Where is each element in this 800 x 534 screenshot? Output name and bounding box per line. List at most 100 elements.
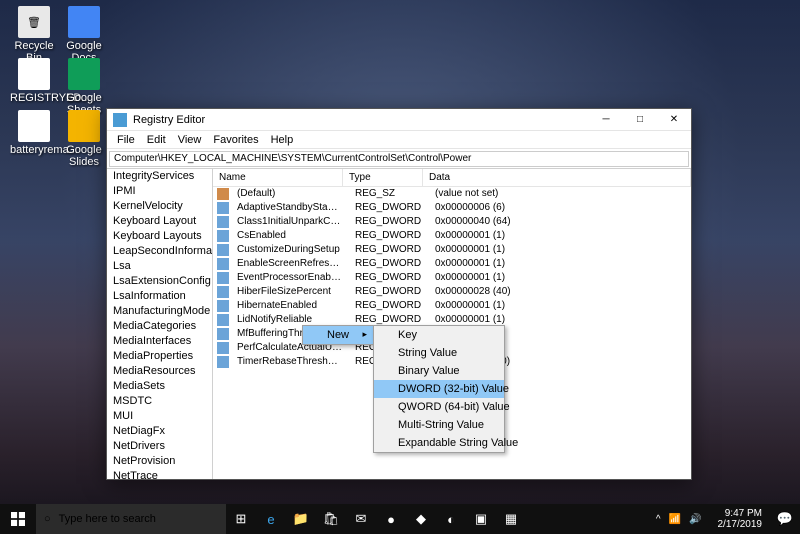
windows-logo-icon [11,512,25,526]
menu-view[interactable]: View [172,132,208,148]
tree-item[interactable]: NetDiagFx [107,424,212,439]
value-icon [217,202,229,214]
context-item[interactable]: Binary Value [374,362,504,380]
action-center-button[interactable]: 💬 [770,504,800,534]
col-data[interactable]: Data [423,169,691,186]
value-icon [217,272,229,284]
context-item[interactable]: QWORD (64-bit) Value [374,398,504,416]
value-icon [217,244,229,256]
list-row[interactable]: CustomizeDuringSetupREG_DWORD0x00000001 … [213,243,691,257]
value-icon [217,258,229,270]
menu-file[interactable]: File [111,132,141,148]
menu-favorites[interactable]: Favorites [207,132,264,148]
value-icon [217,342,229,354]
start-button[interactable] [0,504,36,534]
context-menu: New [302,325,374,345]
value-icon [217,314,229,326]
search-icon: ○ [44,513,51,525]
tree-item[interactable]: NetDrivers [107,439,212,454]
context-item[interactable]: String Value [374,344,504,362]
tree-item[interactable]: MediaInterfaces [107,334,212,349]
tree-item[interactable]: MSDTC [107,394,212,409]
system-tray[interactable]: ^ 📶 🔊 [648,514,710,525]
taskbar-explorer[interactable]: 📁 [286,504,316,534]
taskbar-app3[interactable]: ▣ [466,504,496,534]
desktop-icon-registry[interactable]: REGISTRYED... [10,58,58,104]
list-row[interactable]: HibernateEnabledREG_DWORD0x00000001 (1) [213,299,691,313]
taskbar: ○ Type here to search ⊞ e 📁 🛍 ✉ ● ◆ ◐ ▣ … [0,504,800,534]
value-icon [217,188,229,200]
tree-item[interactable]: MediaProperties [107,349,212,364]
value-icon [217,300,229,312]
list-row[interactable]: AdaptiveStandbyStandbyBudgetAvgInter...R… [213,201,691,215]
window-title: Registry Editor [133,114,589,126]
tree-item[interactable]: Lsa [107,259,212,274]
taskbar-steam[interactable]: ◐ [436,504,466,534]
value-icon [217,216,229,228]
tree-item[interactable]: LsaExtensionConfig [107,274,212,289]
context-item[interactable]: Expandable String Value [374,434,504,452]
sheets-icon [68,58,100,90]
context-submenu-new: KeyString ValueBinary ValueDWORD (32-bit… [373,325,505,453]
docs-icon [68,6,100,38]
tree-item[interactable]: LeapSecondInformation [107,244,212,259]
list-row[interactable]: Class1InitialUnparkCountREG_DWORD0x00000… [213,215,691,229]
tree-item[interactable]: Keyboard Layout [107,214,212,229]
tree-item[interactable]: MediaResources [107,364,212,379]
list-header: Name Type Data [213,169,691,187]
desktop-icon-google-sheets[interactable]: Google Sheets [60,58,108,116]
menu-help[interactable]: Help [265,132,300,148]
context-item-new[interactable]: New [303,326,373,344]
taskbar-search[interactable]: ○ Type here to search [36,504,226,534]
tray-network-icon[interactable]: 📶 [665,514,685,525]
col-type[interactable]: Type [343,169,423,186]
list-row[interactable]: CsEnabledREG_DWORD0x00000001 (1) [213,229,691,243]
file-icon [18,58,50,90]
tree-item[interactable]: LsaInformation [107,289,212,304]
task-view-button[interactable]: ⊞ [226,504,256,534]
taskbar-regedit[interactable]: ▦ [496,504,526,534]
list-row[interactable]: HiberFileSizePercentREG_DWORD0x00000028 … [213,285,691,299]
context-item[interactable]: DWORD (32-bit) Value [374,380,504,398]
tree-item[interactable]: ManufacturingMode [107,304,212,319]
context-item[interactable]: Multi-String Value [374,416,504,434]
list-row[interactable]: EventProcessorEnabledREG_DWORD0x00000001… [213,271,691,285]
recycle-bin-icon: 🗑 [18,6,50,38]
desktop-icon-battery[interactable]: batteryrema... [10,110,58,156]
taskbar-edge[interactable]: e [256,504,286,534]
desktop-icon-google-docs[interactable]: Google Docs [60,6,108,64]
tree-item[interactable]: Keyboard Layouts [107,229,212,244]
slides-icon [68,110,100,142]
tree-item[interactable]: IPMI [107,184,212,199]
close-button[interactable]: ✕ [657,109,691,131]
menubar: File Edit View Favorites Help [107,131,691,149]
address-input[interactable] [109,151,689,167]
value-icon [217,328,229,340]
taskbar-app2[interactable]: ◆ [406,504,436,534]
value-icon [217,356,229,368]
tray-volume-icon[interactable]: 🔊 [685,514,705,525]
context-item[interactable]: Key [374,326,504,344]
menu-edit[interactable]: Edit [141,132,172,148]
tree-item[interactable]: NetProvision [107,454,212,469]
tree-item[interactable]: MUI [107,409,212,424]
minimize-button[interactable]: ─ [589,109,623,131]
list-row[interactable]: (Default)REG_SZ(value not set) [213,187,691,201]
taskbar-mail[interactable]: ✉ [346,504,376,534]
tree-item[interactable]: MediaCategories [107,319,212,334]
tree-item[interactable]: KernelVelocity [107,199,212,214]
maximize-button[interactable]: □ [623,109,657,131]
taskbar-app[interactable]: ● [376,504,406,534]
taskbar-clock[interactable]: 9:47 PM 2/17/2019 [710,508,771,530]
tree-item[interactable]: IntegrityServices [107,169,212,184]
desktop-icon-google-slides[interactable]: Google Slides [60,110,108,168]
tree-item[interactable]: NetTrace [107,469,212,479]
col-name[interactable]: Name [213,169,343,186]
titlebar[interactable]: Registry Editor ─ □ ✕ [107,109,691,131]
key-tree[interactable]: IntegrityServicesIPMIKernelVelocityKeybo… [107,169,213,479]
desktop-icon-recycle-bin[interactable]: 🗑Recycle Bin [10,6,58,64]
taskbar-store[interactable]: 🛍 [316,504,346,534]
tree-item[interactable]: MediaSets [107,379,212,394]
list-row[interactable]: EnableScreenRefreshOnPowerButtonLon...RE… [213,257,691,271]
tray-chevron-icon[interactable]: ^ [652,514,665,525]
